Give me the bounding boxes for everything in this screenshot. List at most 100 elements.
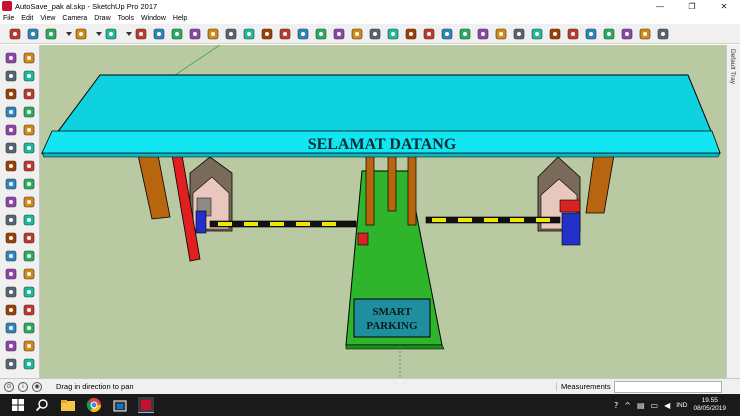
orbit-icon[interactable] [278,27,292,41]
tape-measure-icon[interactable] [4,231,18,245]
freehand-icon[interactable] [22,87,36,101]
chrome-icon[interactable] [86,397,102,413]
pencil-icon[interactable] [44,27,58,41]
rotate-icon[interactable] [188,27,202,41]
zoom-icon[interactable] [314,27,328,41]
paint-bucket-icon[interactable] [260,27,274,41]
ruby-icon[interactable] [404,27,418,41]
scale-icon[interactable] [206,27,220,41]
protractor-icon[interactable] [4,249,18,263]
move-icon[interactable] [170,27,184,41]
menu-window[interactable]: Window [141,15,166,22]
follow-me-icon[interactable] [22,195,36,209]
previous-view-icon[interactable] [22,321,36,335]
eraser-icon[interactable] [22,69,36,83]
push-pull-icon[interactable] [134,27,148,41]
section-plane-icon[interactable] [22,357,36,371]
sketchup-icon[interactable] [138,397,154,413]
axes-icon[interactable] [4,267,18,281]
textured-icon[interactable] [530,27,544,41]
battery-icon[interactable]: ▭ [651,401,659,410]
zoom-extents-icon[interactable] [4,321,18,335]
monochrome-icon[interactable] [548,27,562,41]
file-explorer-icon[interactable] [60,397,76,413]
menu-view[interactable]: View [40,15,55,22]
right-view-icon[interactable] [620,27,634,41]
clock[interactable]: 19.55 08/05/2019 [693,397,726,413]
iso-view-icon[interactable] [566,27,580,41]
zoom-extents-icon[interactable] [332,27,346,41]
circle-icon[interactable] [104,27,118,41]
front-view-icon[interactable] [602,27,616,41]
default-tray[interactable]: Default Tray [726,45,740,378]
rotate-icon[interactable] [4,195,18,209]
3d-text-icon[interactable] [22,267,36,281]
zoom-window-icon[interactable] [22,303,36,317]
pan-icon[interactable] [296,27,310,41]
look-around-icon[interactable] [22,339,36,353]
extension-icon[interactable] [368,27,382,41]
push-pull-icon[interactable] [22,177,36,191]
menu-camera[interactable]: Camera [62,15,87,22]
geo-icon[interactable]: ⊙ [4,381,14,392]
tape-measure-icon[interactable] [224,27,238,41]
circle-icon[interactable] [4,123,18,137]
rectangle-icon[interactable] [4,105,18,119]
left-view-icon[interactable] [656,27,670,41]
text-icon[interactable] [242,27,256,41]
shaded-icon[interactable] [512,27,526,41]
section-plane-icon[interactable] [440,27,454,41]
component-icon[interactable] [22,51,36,65]
line-icon[interactable] [4,87,18,101]
eraser-icon[interactable] [26,27,40,41]
credit-icon[interactable]: i [18,381,28,392]
move-icon[interactable] [4,177,18,191]
scale-icon[interactable] [4,213,18,227]
walk-icon[interactable] [4,357,18,371]
offset-icon[interactable] [22,213,36,227]
dimension-icon[interactable] [22,231,36,245]
menu-file[interactable]: File [3,15,14,22]
select-icon[interactable] [8,27,22,41]
paint-bucket-icon[interactable] [4,69,18,83]
model-viewport[interactable]: SMART PARKING SELAMAT DATANG [40,45,726,378]
wireframe-icon[interactable] [476,27,490,41]
arc-icon[interactable] [4,141,18,155]
three-point-arc-icon[interactable] [22,159,36,173]
position-camera-icon[interactable] [4,339,18,353]
minimize-button[interactable]: — [644,0,676,12]
follow-me-icon[interactable] [152,27,166,41]
language-indicator[interactable]: IND [676,402,687,409]
store-icon[interactable] [112,397,128,413]
menu-draw[interactable]: Draw [94,15,110,22]
xray-icon[interactable] [458,27,472,41]
maximize-button[interactable]: ❐ [676,0,708,12]
pan-icon[interactable] [22,285,36,299]
measurements-field[interactable] [614,380,722,393]
menu-help[interactable]: Help [173,15,187,22]
text-icon[interactable] [22,249,36,263]
top-view-icon[interactable] [584,27,598,41]
warehouse-icon[interactable] [350,27,364,41]
menu-tools[interactable]: Tools [118,15,134,22]
network-icon[interactable]: ▤ [637,401,645,410]
rotated-rectangle-icon[interactable] [22,105,36,119]
pie-icon[interactable] [22,141,36,155]
user-icon[interactable]: ◉ [32,381,42,392]
menu-edit[interactable]: Edit [21,15,33,22]
windows-start-icon[interactable] [10,397,26,413]
share-model-icon[interactable] [386,27,400,41]
section-icon[interactable] [422,27,436,41]
arc-icon[interactable] [74,27,88,41]
close-button[interactable]: ✕ [708,0,740,12]
zoom-icon[interactable] [4,303,18,317]
volume-icon[interactable]: ◀ [664,401,670,410]
search-icon[interactable] [34,397,50,413]
back-view-icon[interactable] [638,27,652,41]
two-point-arc-icon[interactable] [4,159,18,173]
chevron-up-icon[interactable]: ^ [624,401,631,410]
help-icon[interactable]: ? [614,401,618,410]
polygon-icon[interactable] [22,123,36,137]
orbit-icon[interactable] [4,285,18,299]
select-icon[interactable] [4,51,18,65]
